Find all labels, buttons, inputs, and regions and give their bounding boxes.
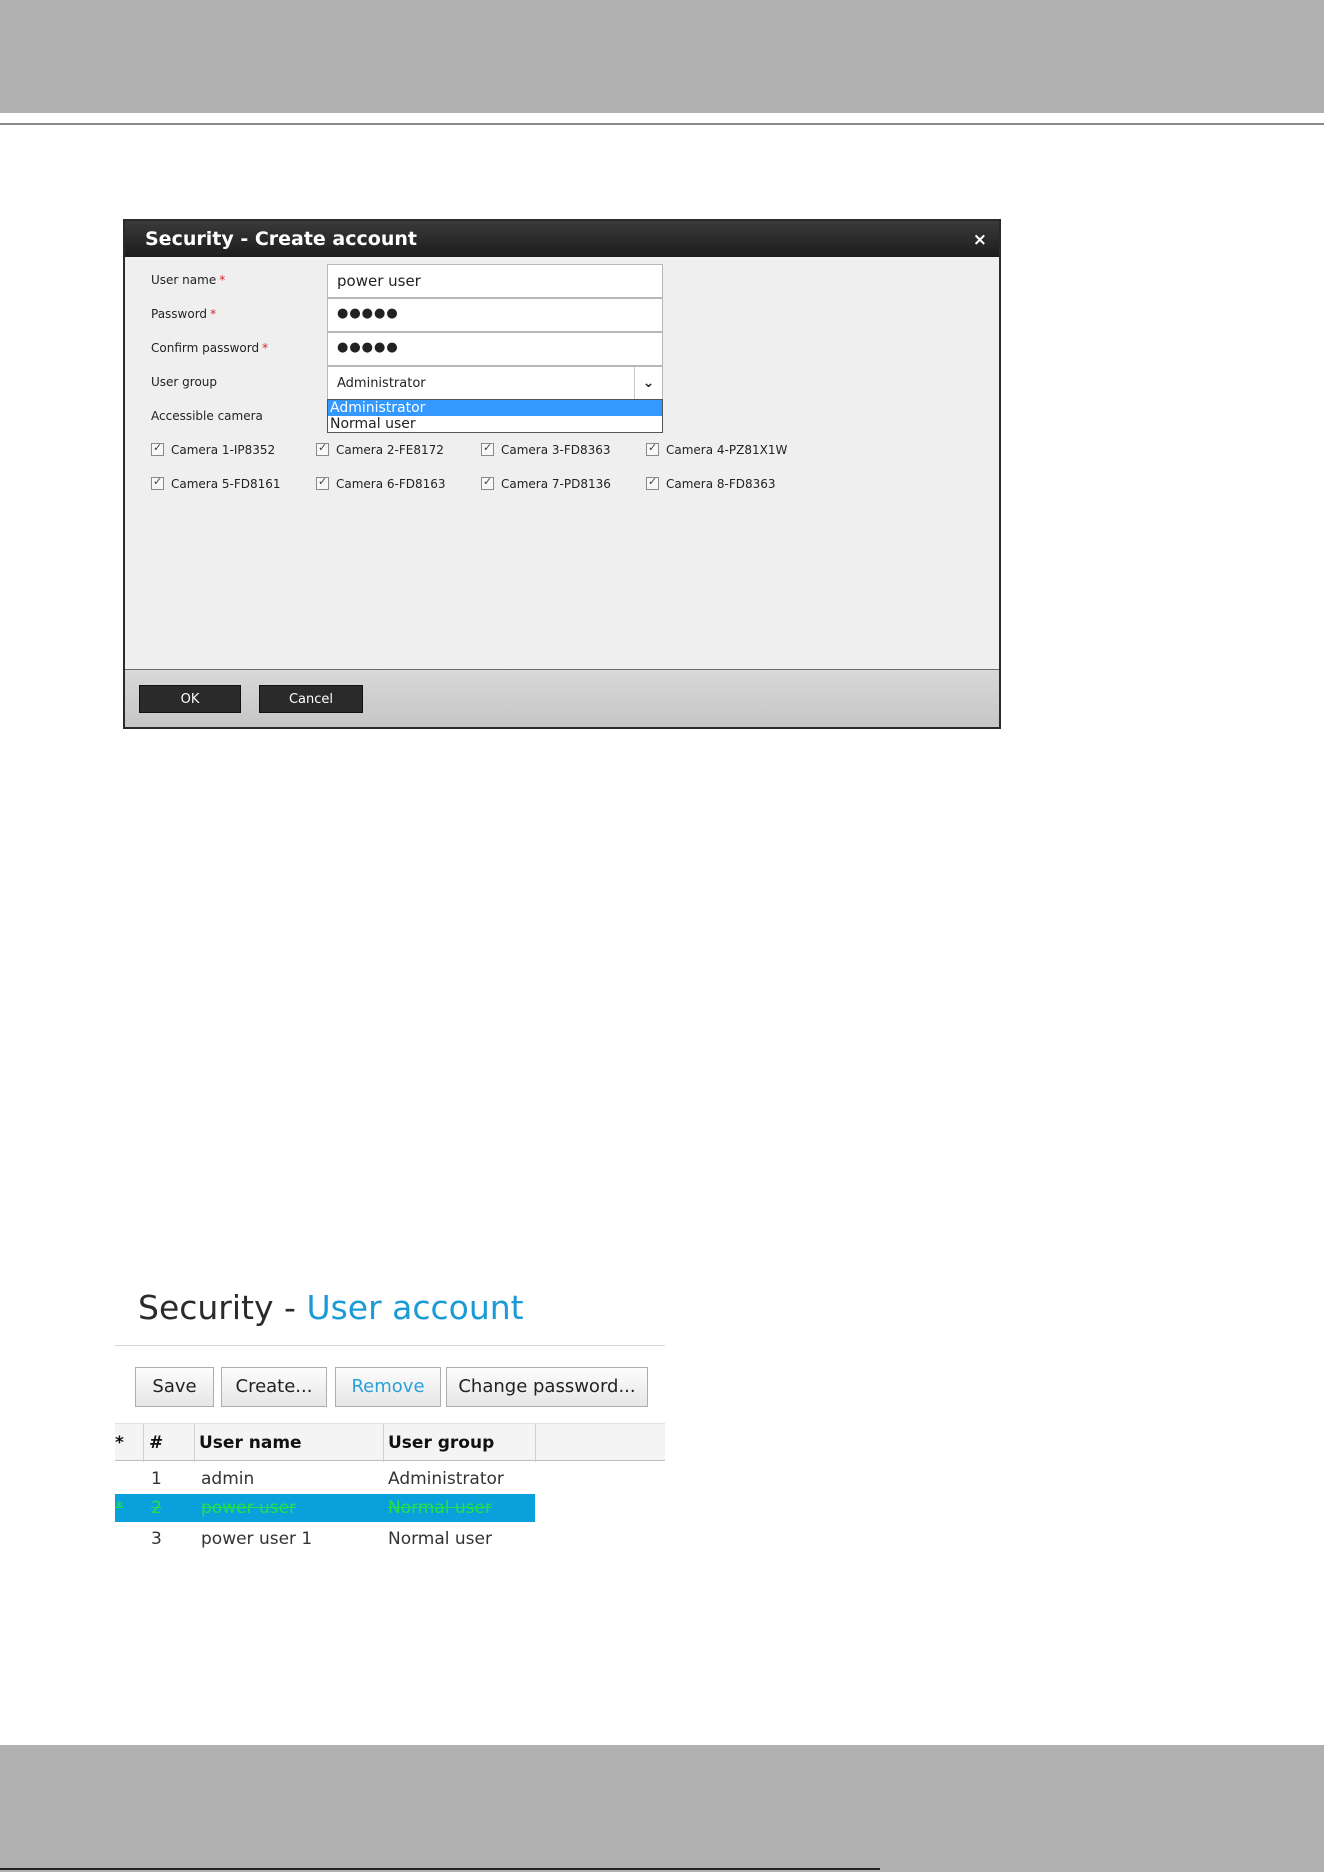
camera-checkbox-5[interactable]: Camera 5-FD8161 — [151, 475, 281, 491]
password-label: Password * — [151, 307, 217, 321]
row-user-name: power user — [201, 1498, 297, 1518]
accessible-camera-label: Accessible camera — [151, 409, 263, 423]
ok-button[interactable]: OK — [139, 685, 241, 713]
checkbox-checked-icon[interactable] — [151, 441, 164, 456]
change-password-button[interactable]: Change password... — [446, 1367, 648, 1407]
table-row-selected[interactable]: * 2 power user Normal user — [115, 1494, 535, 1522]
header-divider — [0, 123, 1324, 125]
checkbox-checked-icon[interactable] — [151, 475, 164, 490]
camera-checkbox-2[interactable]: Camera 2-FE8172 — [316, 441, 444, 457]
username-input[interactable]: power user — [327, 264, 663, 298]
camera-checkbox-6[interactable]: Camera 6-FD8163 — [316, 475, 446, 491]
column-divider — [143, 1424, 144, 1462]
user-group-selected-value: Administrator — [337, 376, 426, 391]
column-header-number[interactable]: # — [149, 1433, 163, 1453]
create-account-dialog: Security - Create account × User name * p… — [123, 219, 1001, 729]
table-row[interactable]: 1 admin Administrator — [115, 1465, 535, 1493]
chevron-down-icon[interactable]: ⌄ — [634, 367, 662, 399]
checkbox-checked-icon[interactable] — [646, 441, 659, 456]
page-title-separator: - — [284, 1288, 296, 1327]
page-title-accent: User account — [306, 1288, 524, 1327]
close-icon[interactable]: × — [973, 230, 987, 250]
title-divider — [115, 1345, 665, 1346]
dialog-header: Security - Create account × — [125, 221, 999, 257]
user-table-header: * # User name User group — [115, 1423, 665, 1462]
cancel-button[interactable]: Cancel — [259, 685, 363, 713]
username-label: User name * — [151, 273, 226, 287]
required-mark: * — [262, 341, 269, 355]
user-group-select[interactable]: Administrator ⌄ — [327, 366, 663, 400]
page-title-prefix: Security — [138, 1288, 274, 1327]
confirm-password-label: Confirm password * — [151, 341, 269, 355]
create-button[interactable]: Create... — [221, 1367, 327, 1407]
column-header-user-name[interactable]: User name — [199, 1433, 302, 1453]
page-title: Security - User account — [138, 1288, 524, 1327]
column-divider — [383, 1424, 384, 1462]
camera-checkbox-1[interactable]: Camera 1-IP8352 — [151, 441, 275, 457]
remove-button[interactable]: Remove — [335, 1367, 441, 1407]
row-user-group: Administrator — [388, 1469, 504, 1489]
user-group-label: User group — [151, 375, 218, 389]
footer-divider — [0, 1868, 880, 1870]
column-header-mark[interactable]: * — [115, 1433, 124, 1453]
checkbox-checked-icon[interactable] — [316, 475, 329, 490]
table-row[interactable]: 3 power user 1 Normal user — [115, 1525, 535, 1553]
user-group-option-normal-user[interactable]: Normal user — [328, 416, 662, 432]
page-header-band — [0, 0, 1324, 113]
checkbox-checked-icon[interactable] — [481, 475, 494, 490]
checkbox-checked-icon[interactable] — [481, 441, 494, 456]
required-mark: * — [210, 307, 217, 321]
row-user-name: power user 1 — [201, 1529, 313, 1549]
confirm-password-input[interactable]: ●●●●● — [327, 332, 663, 366]
save-button[interactable]: Save — [135, 1367, 214, 1407]
row-number: 2 — [151, 1498, 162, 1518]
camera-checkbox-7[interactable]: Camera 7-PD8136 — [481, 475, 611, 491]
checkbox-checked-icon[interactable] — [646, 475, 659, 490]
dialog-title: Security - Create account — [145, 228, 417, 250]
row-user-group: Normal user — [388, 1529, 492, 1549]
camera-checkbox-3[interactable]: Camera 3-FD8363 — [481, 441, 611, 457]
row-number: 1 — [151, 1469, 162, 1489]
row-number: 3 — [151, 1529, 162, 1549]
password-input[interactable]: ●●●●● — [327, 298, 663, 332]
column-header-user-group[interactable]: User group — [388, 1433, 494, 1453]
column-divider — [194, 1424, 195, 1462]
user-group-option-administrator[interactable]: Administrator — [328, 400, 662, 416]
dialog-footer: OK Cancel — [125, 669, 999, 727]
column-divider — [535, 1424, 536, 1462]
row-mark: * — [115, 1498, 124, 1518]
row-user-name: admin — [201, 1469, 255, 1489]
required-mark: * — [219, 273, 226, 287]
camera-checkbox-8[interactable]: Camera 8-FD8363 — [646, 475, 776, 491]
camera-checkbox-4[interactable]: Camera 4-PZ81X1W — [646, 441, 787, 457]
row-user-group: Normal user — [388, 1498, 492, 1518]
page-footer-band — [0, 1745, 1324, 1872]
checkbox-checked-icon[interactable] — [316, 441, 329, 456]
user-group-dropdown: Administrator Normal user — [327, 399, 663, 433]
